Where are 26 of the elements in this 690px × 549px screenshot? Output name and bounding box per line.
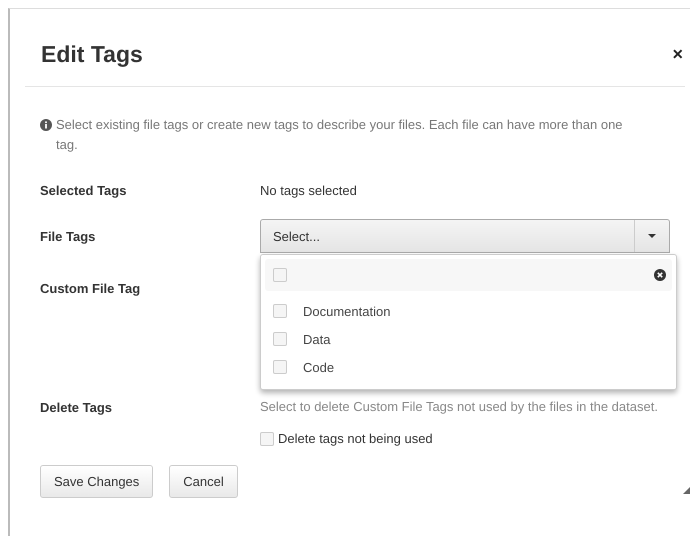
resize-grip-icon [683, 487, 690, 494]
checkbox[interactable] [273, 332, 287, 346]
clear-icon[interactable] [654, 269, 666, 281]
info-icon [40, 119, 52, 131]
checkbox[interactable] [273, 268, 287, 282]
dialog-title: Edit Tags [41, 41, 143, 68]
select-field[interactable]: Select... [260, 219, 670, 253]
search-field[interactable] [265, 259, 672, 291]
field-label: File Tags [40, 228, 96, 244]
dialog-button[interactable]: Cancel [169, 465, 238, 498]
checkbox-label[interactable]: Delete tags not being used [278, 431, 433, 446]
dialog-button[interactable]: Save Changes [40, 465, 154, 498]
close-button[interactable]: × [672, 44, 683, 65]
option-label[interactable]: Data [303, 332, 330, 346]
selected-tags-value: No tags selected [260, 183, 357, 198]
checkbox[interactable] [273, 360, 287, 374]
option-label[interactable]: Documentation [303, 304, 390, 318]
field-label: Custom File Tag [40, 281, 142, 296]
option-label[interactable]: Code [303, 360, 334, 374]
field-label: Delete Tags [40, 400, 114, 415]
help-text: Select to delete Custom File Tags not used by the files in the dataset. [260, 398, 659, 416]
caret-icon [648, 234, 656, 238]
checkbox[interactable] [273, 304, 287, 318]
checkbox[interactable] [260, 432, 274, 446]
info-text: Select existing file tags or create new tags to describe your files. Each file can have more than one tag. [56, 116, 624, 154]
field-label: Selected Tags [40, 183, 128, 198]
